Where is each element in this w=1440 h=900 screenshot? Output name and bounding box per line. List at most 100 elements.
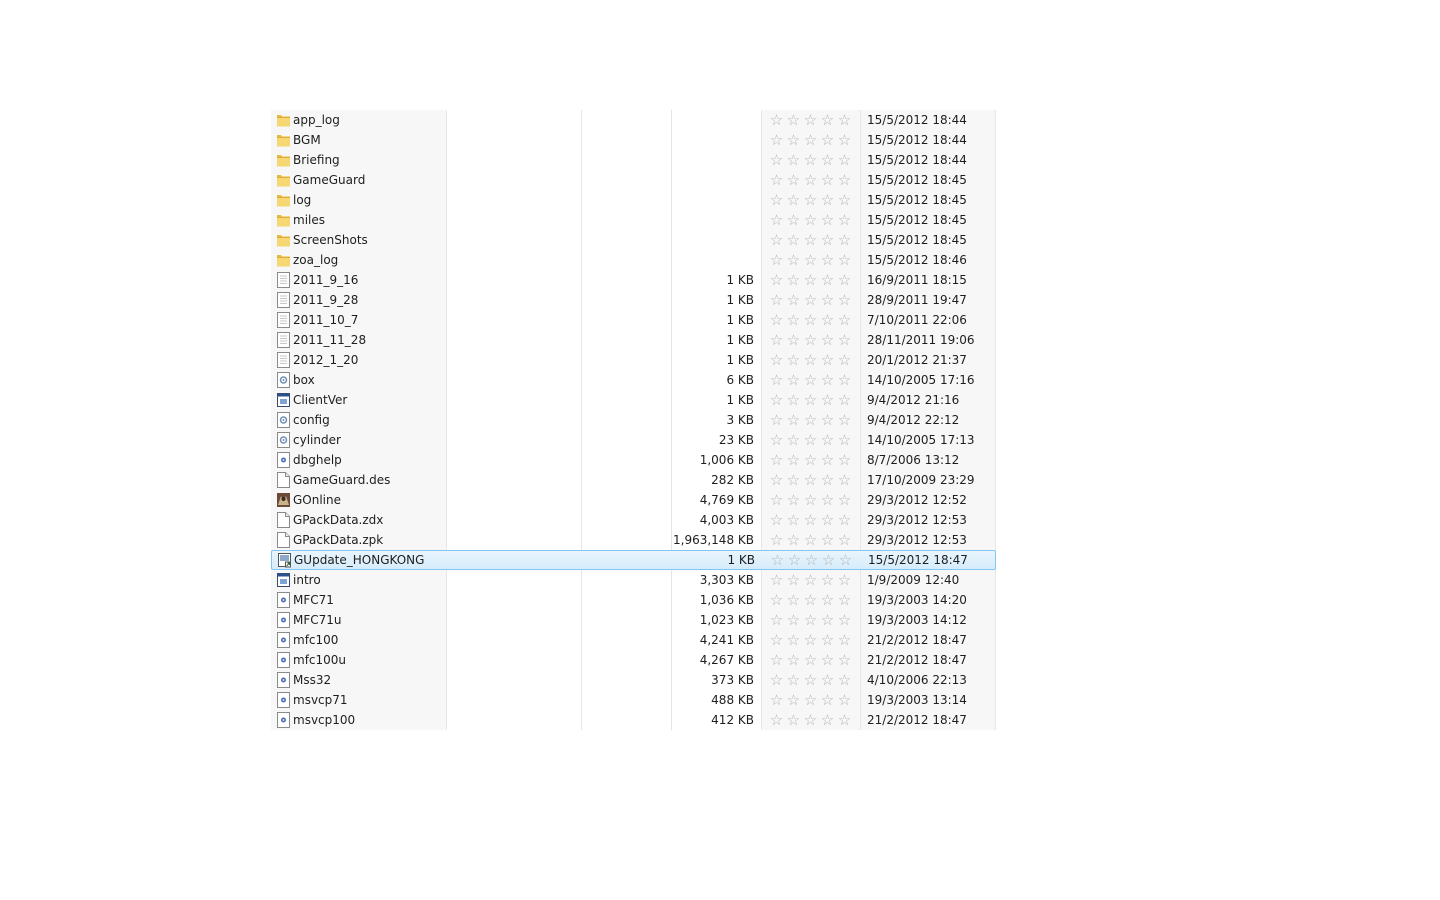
star-icon[interactable]: ☆ — [802, 610, 819, 630]
star-icon[interactable]: ☆ — [819, 350, 836, 370]
star-icon[interactable]: ☆ — [802, 530, 819, 550]
star-icon[interactable]: ☆ — [819, 310, 836, 330]
rating-stars[interactable]: ☆ ☆ ☆ ☆ ☆ — [768, 410, 858, 431]
file-row[interactable]: MFC71 1,036 KB ☆ ☆ ☆ ☆ ☆ 19/3/2003 14:20 — [271, 590, 996, 610]
rating-stars[interactable]: ☆ ☆ ☆ ☆ ☆ — [768, 290, 858, 311]
star-icon[interactable]: ☆ — [785, 450, 802, 470]
star-icon[interactable]: ☆ — [768, 330, 785, 350]
star-icon[interactable]: ☆ — [819, 430, 836, 450]
star-icon[interactable]: ☆ — [836, 430, 853, 450]
star-icon[interactable]: ☆ — [836, 150, 853, 170]
file-row[interactable]: config 3 KB ☆ ☆ ☆ ☆ ☆ 9/4/2012 22:12 — [271, 410, 996, 430]
file-row[interactable]: 2012_1_20 1 KB ☆ ☆ ☆ ☆ ☆ 20/1/2012 21:37 — [271, 350, 996, 370]
file-row[interactable]: GUpdate_HONGKONG 1 KB ☆ ☆ ☆ ☆ ☆ 15/5/2012 18:47 — [271, 550, 996, 570]
star-icon[interactable]: ☆ — [785, 270, 802, 290]
file-row[interactable]: BGM ☆ ☆ ☆ ☆ ☆ 15/5/2012 18:44 — [271, 130, 996, 150]
star-icon[interactable]: ☆ — [836, 530, 853, 550]
star-icon[interactable]: ☆ — [768, 690, 785, 710]
file-row[interactable]: log ☆ ☆ ☆ ☆ ☆ 15/5/2012 18:45 — [271, 190, 996, 210]
star-icon[interactable]: ☆ — [819, 670, 836, 690]
file-row[interactable]: 2011_10_7 1 KB ☆ ☆ ☆ ☆ ☆ 7/10/2011 22:06 — [271, 310, 996, 330]
star-icon[interactable]: ☆ — [802, 470, 819, 490]
star-icon[interactable]: ☆ — [768, 610, 785, 630]
rating-stars[interactable]: ☆ ☆ ☆ ☆ ☆ — [768, 490, 858, 511]
rating-stars[interactable]: ☆ ☆ ☆ ☆ ☆ — [768, 670, 858, 691]
star-icon[interactable]: ☆ — [802, 250, 819, 270]
star-icon[interactable]: ☆ — [819, 110, 836, 130]
rating-stars[interactable]: ☆ ☆ ☆ ☆ ☆ — [768, 310, 858, 331]
star-icon[interactable]: ☆ — [836, 290, 853, 310]
file-row[interactable]: 2011_9_28 1 KB ☆ ☆ ☆ ☆ ☆ 28/9/2011 19:47 — [271, 290, 996, 310]
star-icon[interactable]: ☆ — [836, 570, 853, 590]
star-icon[interactable]: ☆ — [820, 550, 837, 570]
rating-stars[interactable]: ☆ ☆ ☆ ☆ ☆ — [768, 230, 858, 251]
star-icon[interactable]: ☆ — [768, 150, 785, 170]
star-icon[interactable]: ☆ — [802, 490, 819, 510]
rating-stars[interactable]: ☆ ☆ ☆ ☆ ☆ — [768, 190, 858, 211]
star-icon[interactable]: ☆ — [836, 210, 853, 230]
star-icon[interactable]: ☆ — [768, 130, 785, 150]
star-icon[interactable]: ☆ — [802, 270, 819, 290]
star-icon[interactable]: ☆ — [802, 410, 819, 430]
rating-stars[interactable]: ☆ ☆ ☆ ☆ ☆ — [768, 130, 858, 151]
star-icon[interactable]: ☆ — [802, 190, 819, 210]
star-icon[interactable]: ☆ — [819, 630, 836, 650]
rating-stars[interactable]: ☆ ☆ ☆ ☆ ☆ — [768, 570, 858, 591]
star-icon[interactable]: ☆ — [785, 470, 802, 490]
star-icon[interactable]: ☆ — [768, 170, 785, 190]
rating-stars[interactable]: ☆ ☆ ☆ ☆ ☆ — [768, 710, 858, 731]
star-icon[interactable]: ☆ — [768, 650, 785, 670]
star-icon[interactable]: ☆ — [819, 490, 836, 510]
star-icon[interactable]: ☆ — [768, 590, 785, 610]
star-icon[interactable]: ☆ — [819, 650, 836, 670]
star-icon[interactable]: ☆ — [785, 630, 802, 650]
star-icon[interactable]: ☆ — [768, 630, 785, 650]
star-icon[interactable]: ☆ — [819, 130, 836, 150]
star-icon[interactable]: ☆ — [768, 390, 785, 410]
rating-stars[interactable]: ☆ ☆ ☆ ☆ ☆ — [768, 690, 858, 711]
file-row[interactable]: GPackData.zpk 1,963,148 KB ☆ ☆ ☆ ☆ ☆ 29/3/2012 … — [271, 530, 996, 550]
rating-stars[interactable]: ☆ ☆ ☆ ☆ ☆ — [768, 390, 858, 411]
star-icon[interactable]: ☆ — [768, 470, 785, 490]
star-icon[interactable]: ☆ — [819, 250, 836, 270]
star-icon[interactable]: ☆ — [802, 370, 819, 390]
star-icon[interactable]: ☆ — [768, 290, 785, 310]
star-icon[interactable]: ☆ — [785, 670, 802, 690]
file-row[interactable]: 2011_9_16 1 KB ☆ ☆ ☆ ☆ ☆ 16/9/2011 18:15 — [271, 270, 996, 290]
star-icon[interactable]: ☆ — [785, 530, 802, 550]
star-icon[interactable]: ☆ — [836, 270, 853, 290]
star-icon[interactable]: ☆ — [802, 670, 819, 690]
star-icon[interactable]: ☆ — [836, 130, 853, 150]
star-icon[interactable]: ☆ — [836, 590, 853, 610]
star-icon[interactable]: ☆ — [785, 710, 802, 730]
star-icon[interactable]: ☆ — [819, 370, 836, 390]
star-icon[interactable]: ☆ — [802, 630, 819, 650]
rating-stars[interactable]: ☆ ☆ ☆ ☆ ☆ — [768, 450, 858, 471]
star-icon[interactable]: ☆ — [802, 170, 819, 190]
star-icon[interactable]: ☆ — [785, 190, 802, 210]
rating-stars[interactable]: ☆ ☆ ☆ ☆ ☆ — [768, 170, 858, 191]
star-icon[interactable]: ☆ — [819, 390, 836, 410]
star-icon[interactable]: ☆ — [836, 390, 853, 410]
rating-stars[interactable]: ☆ ☆ ☆ ☆ ☆ — [768, 430, 858, 451]
star-icon[interactable]: ☆ — [768, 450, 785, 470]
file-row[interactable]: miles ☆ ☆ ☆ ☆ ☆ 15/5/2012 18:45 — [271, 210, 996, 230]
star-icon[interactable]: ☆ — [819, 450, 836, 470]
star-icon[interactable]: ☆ — [802, 710, 819, 730]
rating-stars[interactable]: ☆ ☆ ☆ ☆ ☆ — [768, 530, 858, 551]
star-icon[interactable]: ☆ — [768, 370, 785, 390]
star-icon[interactable]: ☆ — [819, 330, 836, 350]
star-icon[interactable]: ☆ — [802, 310, 819, 330]
star-icon[interactable]: ☆ — [802, 430, 819, 450]
star-icon[interactable]: ☆ — [802, 330, 819, 350]
star-icon[interactable]: ☆ — [785, 210, 802, 230]
file-row[interactable]: cylinder 23 KB ☆ ☆ ☆ ☆ ☆ 14/10/2005 17:13 — [271, 430, 996, 450]
file-row[interactable]: Briefing ☆ ☆ ☆ ☆ ☆ 15/5/2012 18:44 — [271, 150, 996, 170]
star-icon[interactable]: ☆ — [836, 310, 853, 330]
rating-stars[interactable]: ☆ ☆ ☆ ☆ ☆ — [768, 110, 858, 131]
file-row[interactable]: mfc100u 4,267 KB ☆ ☆ ☆ ☆ ☆ 21/2/2012 18:47 — [271, 650, 996, 670]
star-icon[interactable]: ☆ — [802, 570, 819, 590]
star-icon[interactable]: ☆ — [836, 470, 853, 490]
star-icon[interactable]: ☆ — [785, 150, 802, 170]
star-icon[interactable]: ☆ — [836, 690, 853, 710]
